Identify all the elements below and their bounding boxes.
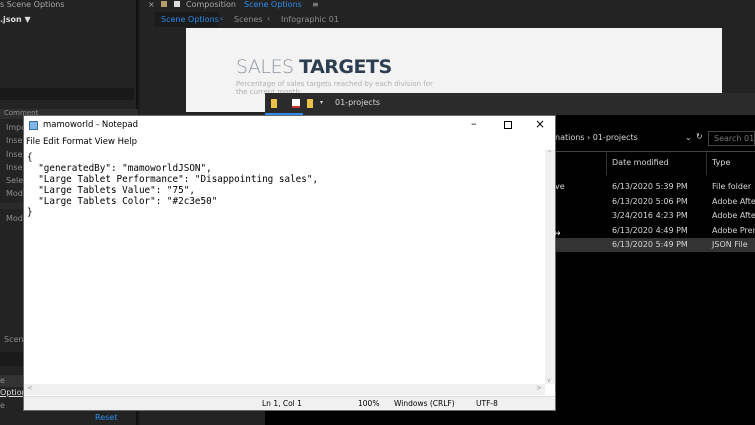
notepad-icon	[29, 121, 38, 130]
encoding: UTF-8	[476, 399, 498, 408]
explorer-title-bar: ▾ 01-projects	[265, 93, 755, 115]
notepad-title-bar: mamoworld - Notepad – ×	[24, 116, 555, 136]
close-icon[interactable]: ×	[148, 0, 155, 10]
menu-bar: File Edit Format View Help	[26, 137, 137, 147]
tab-infographic[interactable]: Infographic 01	[281, 15, 339, 24]
breadcrumb[interactable]: nations › 01-projects	[555, 133, 638, 142]
properties-icon[interactable]	[292, 99, 300, 108]
notepad-window: mamoworld - Notepad – × File Edit Format…	[23, 115, 556, 411]
file-row[interactable]: 6/13/2020 4:49 PM Adobe Prem	[555, 224, 755, 238]
search-field[interactable]	[0, 88, 134, 100]
new-folder-icon[interactable]	[307, 99, 313, 108]
chevron-down-icon[interactable]: ▾	[320, 99, 323, 106]
file-row[interactable]: ve 6/13/2020 5:39 PM File folder	[555, 180, 755, 194]
minimize-button[interactable]: –	[471, 117, 477, 130]
file-type: Adobe After	[712, 196, 755, 206]
preview-title: SALES TARGETS	[236, 56, 392, 78]
zoom-level: 100%	[358, 399, 380, 408]
menu-edit[interactable]: Edit	[43, 137, 59, 147]
file-date: 3/24/2016 4:23 PM	[612, 211, 688, 220]
window-title: mamoworld - Notepad	[43, 120, 138, 130]
maximize-button[interactable]	[504, 121, 512, 129]
file-row[interactable]: 3/24/2016 4:23 PM Adobe After	[555, 209, 755, 223]
chevron-down-icon: v	[547, 377, 551, 384]
column-type[interactable]: Type	[712, 158, 730, 167]
file-type: JSON File	[712, 240, 748, 249]
file-date: 6/13/2020 5:49 PM	[612, 240, 688, 249]
explorer-title: 01-projects	[335, 98, 380, 107]
menu-help[interactable]: Help	[118, 137, 137, 147]
list-item[interactable]: Mod	[6, 214, 23, 223]
close-button[interactable]: ×	[535, 117, 545, 131]
tab-scene-options[interactable]: Scene Options	[161, 15, 219, 24]
lock-icon	[174, 1, 180, 7]
folder-icon	[271, 99, 277, 108]
composition-icon	[161, 1, 167, 7]
file-name: ve	[555, 182, 565, 191]
chevron-left-icon: ‹	[220, 14, 224, 23]
menu-file[interactable]: File	[26, 137, 40, 147]
menu-format[interactable]: Format	[62, 137, 92, 147]
file-date: 6/13/2020 5:06 PM	[612, 196, 688, 206]
line-ending: Windows (CRLF)	[394, 399, 455, 408]
file-row[interactable]: 6/13/2020 5:49 PM JSON File	[555, 238, 755, 252]
file-date: 6/13/2020 5:39 PM	[612, 182, 688, 191]
cursor-position: Ln 1, Col 1	[262, 399, 302, 408]
menu-view[interactable]: View	[95, 137, 115, 147]
list-item[interactable]: Mod	[6, 189, 23, 198]
composition-label: Composition	[186, 0, 236, 9]
panel-menu-icon[interactable]: ≡	[312, 0, 319, 10]
file-date: 6/13/2020 4:49 PM	[612, 225, 688, 235]
chevron-up-icon: ^	[547, 150, 553, 157]
tab-scenes[interactable]: Scenes	[234, 15, 263, 24]
horizontal-scrollbar[interactable]: < >	[24, 384, 545, 395]
search-input[interactable]: Search 01-	[714, 134, 755, 143]
column-date-modified[interactable]: Date modified	[612, 158, 669, 167]
file-type: File folder	[712, 182, 752, 191]
status-bar: Ln 1, Col 1 100% Windows (CRLF) UTF-8	[24, 396, 555, 410]
resize-cursor-icon: ↔	[553, 229, 561, 239]
panel-title: s Scene Options	[0, 0, 65, 9]
text-editor[interactable]: { "generatedBy": "mamoworldJSON", "Large…	[24, 150, 545, 384]
chevron-down-icon[interactable]: ⌄	[685, 133, 692, 142]
chevron-left-icon: <	[27, 384, 33, 392]
composition-name: Scene Options	[244, 0, 302, 9]
file-type: Adobe After	[712, 211, 755, 220]
reset-button[interactable]: Reset	[95, 413, 117, 422]
chevron-left-icon: ‹	[267, 14, 271, 23]
file-row[interactable]: 6/13/2020 5:06 PM Adobe After	[555, 195, 755, 209]
file-type: Adobe Prem	[712, 225, 755, 235]
chevron-right-icon: >	[536, 384, 542, 392]
json-file-dropdown[interactable]: .json ▼	[0, 15, 31, 24]
vertical-scrollbar[interactable]: ^ v	[545, 150, 555, 384]
refresh-icon[interactable]: ↻	[696, 132, 703, 141]
